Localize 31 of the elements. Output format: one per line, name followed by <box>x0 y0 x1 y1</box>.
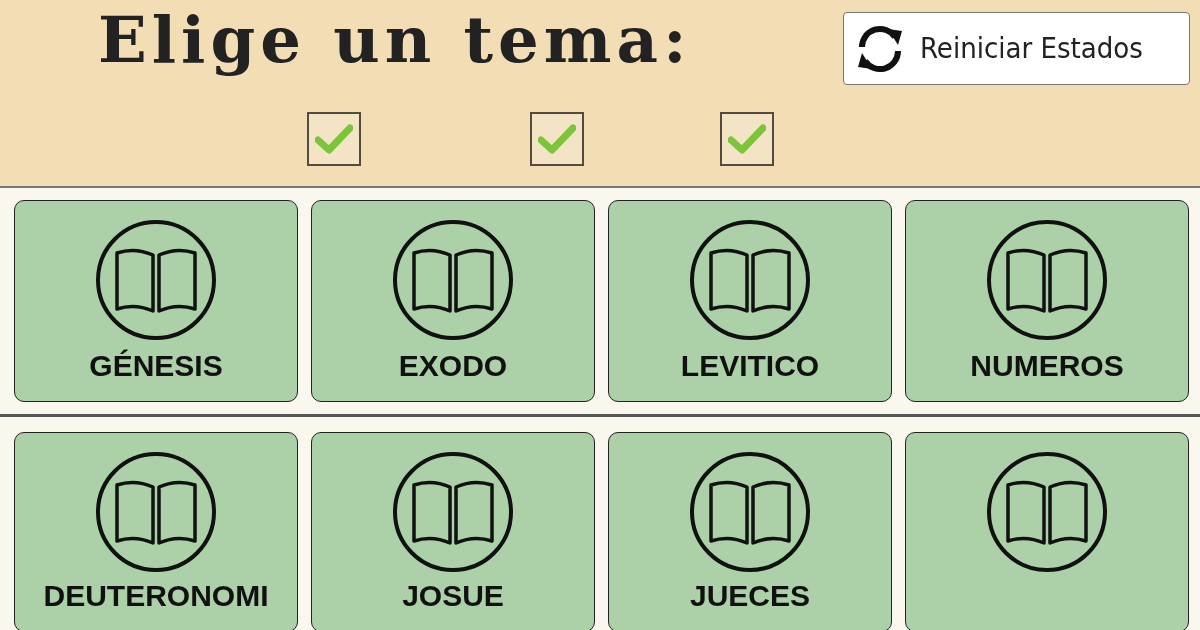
check-icon <box>315 123 353 155</box>
book-title: DEUTERONOMI <box>43 579 269 612</box>
book-title: NUMEROS <box>970 349 1124 382</box>
book-icon <box>392 451 514 573</box>
book-icon <box>95 451 217 573</box>
checkbox[interactable] <box>307 112 361 166</box>
book-title: JOSUE <box>402 579 504 612</box>
book-icon <box>986 451 1108 573</box>
check-icon <box>538 123 576 155</box>
book-card[interactable]: LEVITICO <box>608 200 892 402</box>
book-card[interactable]: JOSUE <box>311 432 595 630</box>
book-card[interactable]: NUMEROS <box>905 200 1189 402</box>
reset-button[interactable]: Reiniciar Estados <box>843 12 1190 85</box>
book-title: JUECES <box>689 579 810 612</box>
book-icon <box>95 219 217 341</box>
book-icon <box>392 219 514 341</box>
check-icon <box>728 123 766 155</box>
book-card[interactable]: DEUTERONOMI <box>14 432 298 630</box>
book-icon <box>689 219 811 341</box>
book-title: GÉNESIS <box>89 349 223 382</box>
checkbox[interactable] <box>720 112 774 166</box>
checkbox[interactable] <box>530 112 584 166</box>
book-title: LEVITICO <box>680 349 820 382</box>
book-card[interactable] <box>905 432 1189 630</box>
book-card[interactable]: EXODO <box>311 200 595 402</box>
book-icon <box>689 451 811 573</box>
book-card[interactable]: GÉNESIS <box>14 200 298 402</box>
book-card[interactable]: JUECES <box>608 432 892 630</box>
book-icon <box>986 219 1108 341</box>
book-title: EXODO <box>398 349 508 382</box>
page-title: Elige un tema: <box>98 2 692 79</box>
